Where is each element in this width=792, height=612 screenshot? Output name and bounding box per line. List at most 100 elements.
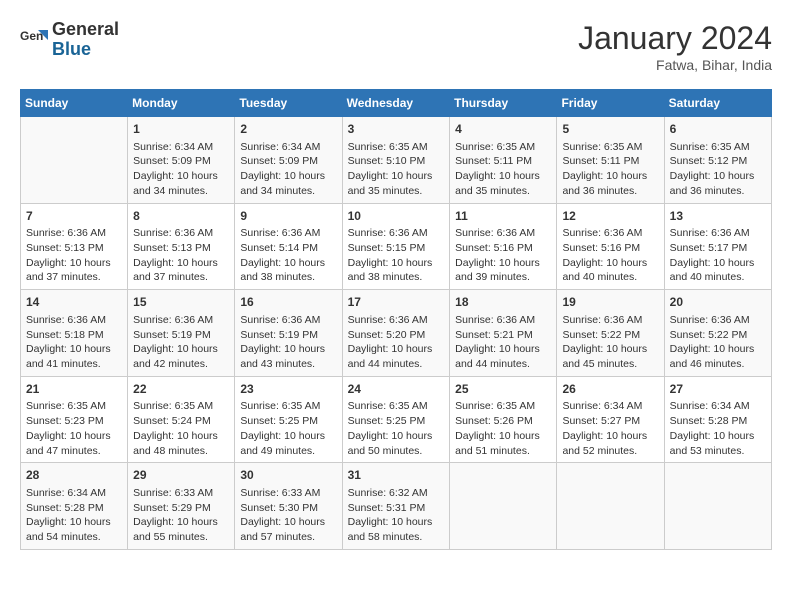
- calendar-cell: [450, 463, 557, 550]
- day-number: 23: [240, 381, 336, 398]
- cell-content: Sunrise: 6:36 AM Sunset: 5:18 PM Dayligh…: [26, 313, 122, 372]
- calendar-cell: 14 Sunrise: 6:36 AM Sunset: 5:18 PM Dayli…: [21, 290, 128, 377]
- calendar-cell: 11Sunrise: 6:36 AM Sunset: 5:16 PM Dayli…: [450, 203, 557, 290]
- cell-content: Sunrise: 6:33 AM Sunset: 5:30 PM Dayligh…: [240, 486, 336, 545]
- cell-content: Sunrise: 6:35 AM Sunset: 5:26 PM Dayligh…: [455, 399, 551, 458]
- day-number: 7: [26, 208, 122, 225]
- logo-icon: Gen: [20, 26, 48, 54]
- day-number: 4: [455, 121, 551, 138]
- calendar-cell: 9Sunrise: 6:36 AM Sunset: 5:14 PM Daylig…: [235, 203, 342, 290]
- week-row-5: 28 Sunrise: 6:34 AM Sunset: 5:28 PM Dayli…: [21, 463, 772, 550]
- cell-content: Sunrise: 6:35 AM Sunset: 5:25 PM Dayligh…: [240, 399, 336, 458]
- day-number: 30: [240, 467, 336, 484]
- calendar-cell: 3Sunrise: 6:35 AM Sunset: 5:10 PM Daylig…: [342, 117, 450, 204]
- day-number: 17: [348, 294, 445, 311]
- calendar-cell: 5 Sunrise: 6:35 AM Sunset: 5:11 PM Daylig…: [557, 117, 664, 204]
- header: Gen General Blue January 2024 Fatwa, Bih…: [20, 20, 772, 73]
- calendar-cell: 27Sunrise: 6:34 AM Sunset: 5:28 PM Dayli…: [664, 376, 771, 463]
- calendar-cell: [664, 463, 771, 550]
- day-number: 2: [240, 121, 336, 138]
- day-number: 24: [348, 381, 445, 398]
- cell-content: Sunrise: 6:36 AM Sunset: 5:15 PM Dayligh…: [348, 226, 445, 285]
- day-header-friday: Friday: [557, 90, 664, 117]
- day-number: 16: [240, 294, 336, 311]
- cell-content: Sunrise: 6:34 AM Sunset: 5:28 PM Dayligh…: [26, 486, 122, 545]
- logo: Gen General Blue: [20, 20, 119, 60]
- calendar-cell: 24Sunrise: 6:35 AM Sunset: 5:25 PM Dayli…: [342, 376, 450, 463]
- day-number: 28: [26, 467, 122, 484]
- week-row-2: 7 Sunrise: 6:36 AM Sunset: 5:13 PM Daylig…: [21, 203, 772, 290]
- day-number: 5: [562, 121, 658, 138]
- day-number: 9: [240, 208, 336, 225]
- cell-content: Sunrise: 6:35 AM Sunset: 5:23 PM Dayligh…: [26, 399, 122, 458]
- calendar-cell: 8Sunrise: 6:36 AM Sunset: 5:13 PM Daylig…: [128, 203, 235, 290]
- day-number: 11: [455, 208, 551, 225]
- cell-content: Sunrise: 6:36 AM Sunset: 5:20 PM Dayligh…: [348, 313, 445, 372]
- day-header-monday: Monday: [128, 90, 235, 117]
- calendar-cell: 15 Sunrise: 6:36 AM Sunset: 5:19 PM Dayli…: [128, 290, 235, 377]
- day-header-sunday: Sunday: [21, 90, 128, 117]
- cell-content: Sunrise: 6:34 AM Sunset: 5:28 PM Dayligh…: [670, 399, 766, 458]
- week-row-1: 1 Sunrise: 6:34 AM Sunset: 5:09 PM Daylig…: [21, 117, 772, 204]
- day-number: 25: [455, 381, 551, 398]
- calendar-cell: 25Sunrise: 6:35 AM Sunset: 5:26 PM Dayli…: [450, 376, 557, 463]
- day-header-tuesday: Tuesday: [235, 90, 342, 117]
- cell-content: Sunrise: 6:33 AM Sunset: 5:29 PM Dayligh…: [133, 486, 229, 545]
- day-number: 18: [455, 294, 551, 311]
- calendar-cell: 13Sunrise: 6:36 AM Sunset: 5:17 PM Dayli…: [664, 203, 771, 290]
- cell-content: Sunrise: 6:35 AM Sunset: 5:24 PM Dayligh…: [133, 399, 229, 458]
- calendar-cell: 6Sunrise: 6:35 AM Sunset: 5:12 PM Daylig…: [664, 117, 771, 204]
- day-header-wednesday: Wednesday: [342, 90, 450, 117]
- title-block: January 2024 Fatwa, Bihar, India: [578, 20, 772, 73]
- calendar-table: SundayMondayTuesdayWednesdayThursdayFrid…: [20, 89, 772, 550]
- day-number: 31: [348, 467, 445, 484]
- calendar-cell: 17 Sunrise: 6:36 AM Sunset: 5:20 PM Dayli…: [342, 290, 450, 377]
- location-subtitle: Fatwa, Bihar, India: [578, 57, 772, 73]
- cell-content: Sunrise: 6:35 AM Sunset: 5:25 PM Dayligh…: [348, 399, 445, 458]
- calendar-cell: 19Sunrise: 6:36 AM Sunset: 5:22 PM Dayli…: [557, 290, 664, 377]
- calendar-cell: 7Sunrise: 6:36 AM Sunset: 5:13 PM Daylig…: [21, 203, 128, 290]
- calendar-cell: 20Sunrise: 6:36 AM Sunset: 5:22 PM Dayli…: [664, 290, 771, 377]
- day-number: 3: [348, 121, 445, 138]
- cell-content: Sunrise: 6:36 AM Sunset: 5:13 PM Dayligh…: [133, 226, 229, 285]
- day-number: 10: [348, 208, 445, 225]
- calendar-cell: 12Sunrise: 6:36 AM Sunset: 5:16 PM Dayli…: [557, 203, 664, 290]
- day-number: 19: [562, 294, 658, 311]
- cell-content: Sunrise: 6:32 AM Sunset: 5:31 PM Dayligh…: [348, 486, 445, 545]
- calendar-cell: 28 Sunrise: 6:34 AM Sunset: 5:28 PM Dayli…: [21, 463, 128, 550]
- calendar-cell: 23Sunrise: 6:35 AM Sunset: 5:25 PM Dayli…: [235, 376, 342, 463]
- day-number: 13: [670, 208, 766, 225]
- cell-content: Sunrise: 6:36 AM Sunset: 5:17 PM Dayligh…: [670, 226, 766, 285]
- calendar-cell: 22Sunrise: 6:35 AM Sunset: 5:24 PM Dayli…: [128, 376, 235, 463]
- day-number: 6: [670, 121, 766, 138]
- cell-content: Sunrise: 6:35 AM Sunset: 5:11 PM Dayligh…: [562, 140, 658, 199]
- day-number: 1: [133, 121, 229, 138]
- cell-content: Sunrise: 6:34 AM Sunset: 5:09 PM Dayligh…: [133, 140, 229, 199]
- day-number: 14: [26, 294, 122, 311]
- logo-line2: Blue: [52, 40, 119, 60]
- week-row-3: 14 Sunrise: 6:36 AM Sunset: 5:18 PM Dayli…: [21, 290, 772, 377]
- week-row-4: 21Sunrise: 6:35 AM Sunset: 5:23 PM Dayli…: [21, 376, 772, 463]
- header-row: SundayMondayTuesdayWednesdayThursdayFrid…: [21, 90, 772, 117]
- calendar-cell: 29 Sunrise: 6:33 AM Sunset: 5:29 PM Dayli…: [128, 463, 235, 550]
- day-number: 15: [133, 294, 229, 311]
- cell-content: Sunrise: 6:36 AM Sunset: 5:16 PM Dayligh…: [562, 226, 658, 285]
- cell-content: Sunrise: 6:36 AM Sunset: 5:21 PM Dayligh…: [455, 313, 551, 372]
- cell-content: Sunrise: 6:36 AM Sunset: 5:19 PM Dayligh…: [240, 313, 336, 372]
- day-number: 29: [133, 467, 229, 484]
- calendar-cell: 16 Sunrise: 6:36 AM Sunset: 5:19 PM Dayli…: [235, 290, 342, 377]
- calendar-cell: [21, 117, 128, 204]
- day-header-thursday: Thursday: [450, 90, 557, 117]
- calendar-cell: 30 Sunrise: 6:33 AM Sunset: 5:30 PM Dayli…: [235, 463, 342, 550]
- day-number: 21: [26, 381, 122, 398]
- calendar-cell: 31 Sunrise: 6:32 AM Sunset: 5:31 PM Dayli…: [342, 463, 450, 550]
- cell-content: Sunrise: 6:36 AM Sunset: 5:19 PM Dayligh…: [133, 313, 229, 372]
- calendar-cell: 10Sunrise: 6:36 AM Sunset: 5:15 PM Dayli…: [342, 203, 450, 290]
- day-number: 22: [133, 381, 229, 398]
- month-title: January 2024: [578, 20, 772, 57]
- calendar-cell: [557, 463, 664, 550]
- calendar-cell: 4Sunrise: 6:35 AM Sunset: 5:11 PM Daylig…: [450, 117, 557, 204]
- cell-content: Sunrise: 6:34 AM Sunset: 5:09 PM Dayligh…: [240, 140, 336, 199]
- cell-content: Sunrise: 6:36 AM Sunset: 5:14 PM Dayligh…: [240, 226, 336, 285]
- day-header-saturday: Saturday: [664, 90, 771, 117]
